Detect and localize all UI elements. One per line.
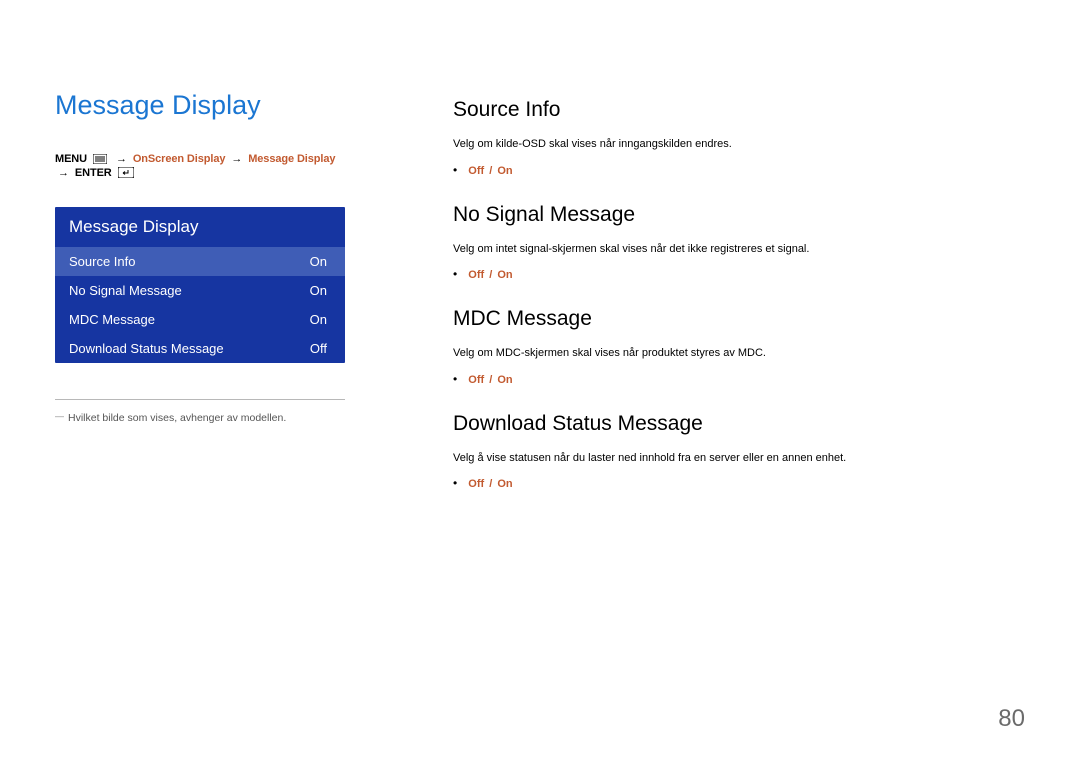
breadcrumb-part-0: OnScreen Display	[133, 153, 226, 165]
osd-row-value: On	[310, 254, 327, 269]
option-off: Off	[468, 374, 484, 386]
osd-header: Message Display	[55, 207, 345, 247]
osd-row-label: Download Status Message	[69, 341, 224, 356]
osd-row-label: Source Info	[69, 254, 136, 269]
section-desc: Velg om intet signal-skjermen skal vises…	[453, 241, 1025, 258]
osd-row-value: On	[310, 283, 327, 298]
footnote: Hvilket bilde som vises, avhenger av mod…	[55, 410, 345, 426]
section-desc: Velg om MDC-skjermen skal vises når prod…	[453, 345, 1025, 362]
osd-row-label: No Signal Message	[69, 283, 182, 298]
section-desc: Velg å vise statusen når du laster ned i…	[453, 450, 1025, 467]
section-heading-mdc-message: MDC Message	[453, 307, 1025, 331]
osd-row-no-signal-message[interactable]: No Signal Message On	[55, 276, 345, 305]
option-off: Off	[468, 478, 484, 490]
page-number: 80	[998, 705, 1025, 733]
page-title: Message Display	[55, 90, 345, 121]
section-options: Off / On	[453, 372, 1025, 386]
arrow-icon: →	[58, 167, 69, 179]
osd-row-value: Off	[310, 341, 327, 356]
option-on: On	[497, 165, 512, 177]
option-on: On	[497, 269, 512, 281]
section-options: Off / On	[453, 163, 1025, 177]
arrow-icon: →	[116, 153, 127, 165]
option-on: On	[497, 478, 512, 490]
osd-row-download-status-message[interactable]: Download Status Message Off	[55, 334, 345, 363]
osd-panel: Message Display Source Info On No Signal…	[55, 207, 345, 363]
section-options: Off / On	[453, 267, 1025, 281]
section-heading-source-info: Source Info	[453, 98, 1025, 122]
section-heading-no-signal-message: No Signal Message	[453, 203, 1025, 227]
breadcrumb: MENU → OnScreen Display → Message Displa…	[55, 153, 345, 181]
option-on: On	[497, 374, 512, 386]
osd-row-mdc-message[interactable]: MDC Message On	[55, 305, 345, 334]
enter-icon	[118, 167, 134, 181]
menu-icon	[93, 154, 107, 167]
option-off: Off	[468, 165, 484, 177]
breadcrumb-enter-label: ENTER	[75, 167, 112, 179]
divider	[55, 399, 345, 400]
osd-row-value: On	[310, 312, 327, 327]
section-heading-download-status-message: Download Status Message	[453, 412, 1025, 436]
osd-row-source-info[interactable]: Source Info On	[55, 247, 345, 276]
breadcrumb-part-1: Message Display	[248, 153, 335, 165]
breadcrumb-menu-label: MENU	[55, 153, 87, 165]
section-options: Off / On	[453, 476, 1025, 490]
section-desc: Velg om kilde-OSD skal vises når inngang…	[453, 136, 1025, 153]
option-off: Off	[468, 269, 484, 281]
osd-row-label: MDC Message	[69, 312, 155, 327]
arrow-icon: →	[231, 153, 242, 165]
